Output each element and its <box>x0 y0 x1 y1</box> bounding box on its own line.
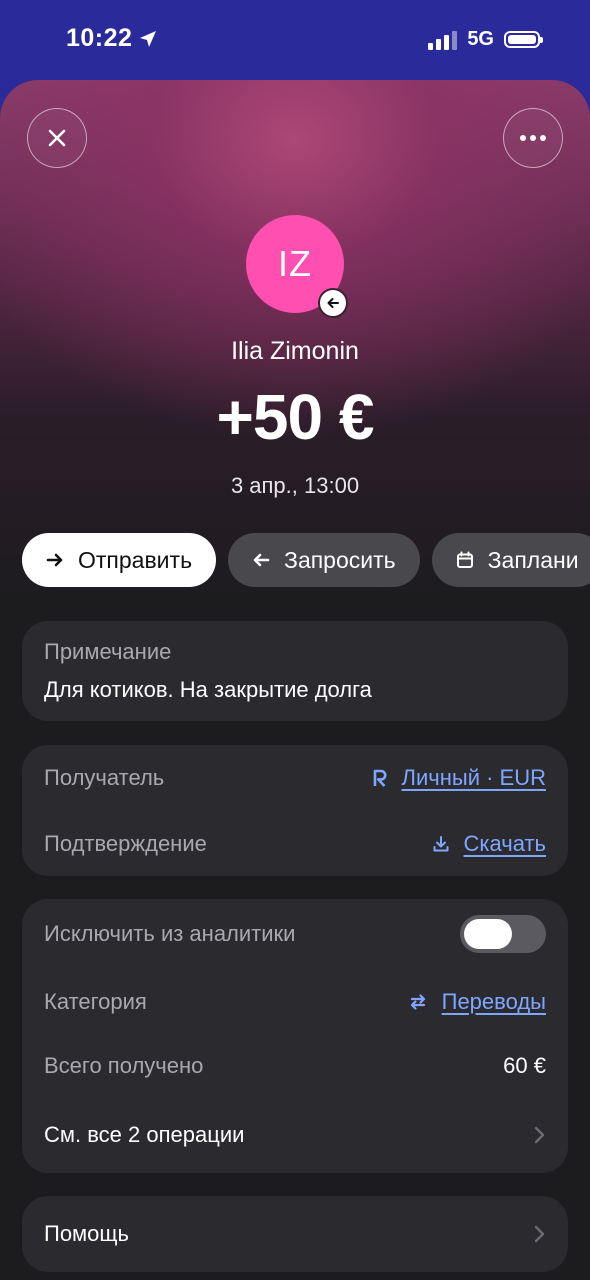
total-label: Всего получено <box>44 1053 204 1078</box>
download-icon <box>433 836 448 852</box>
location-arrow-icon <box>140 30 157 47</box>
download-link[interactable]: Скачать <box>432 831 547 857</box>
recipient-label: Получатель <box>44 765 165 790</box>
signal-icon <box>428 30 458 50</box>
confirmation-row: Подтверждение Скачать <box>44 827 546 861</box>
recipient-row: Получатель Личный · EUR <box>44 761 546 795</box>
status-indicators: 5G <box>428 28 543 51</box>
transaction-sheet: IZ Ilia Zimonin +50 € 3 апр., 13:00 Отпр… <box>0 80 590 1280</box>
battery-icon <box>504 31 543 48</box>
schedule-label: Заплани <box>487 546 579 573</box>
note-label: Примечание <box>44 639 172 664</box>
revolut-logo-icon <box>373 769 387 787</box>
status-time: 10:22 <box>66 24 158 53</box>
more-button[interactable] <box>503 108 563 168</box>
category-label: Категория <box>44 989 147 1014</box>
transaction-date: 3 апр., 13:00 <box>230 473 360 498</box>
incoming-badge <box>318 288 348 318</box>
request-button[interactable]: Запросить <box>228 533 420 587</box>
total-value: 60 € <box>503 1053 546 1078</box>
action-chips: Отправить Запросить Заплани <box>22 533 590 587</box>
clock: 10:22 <box>66 24 133 52</box>
arrow-left-icon <box>253 553 270 567</box>
arrow-right-icon <box>46 553 63 567</box>
exclude-toggle[interactable] <box>460 915 546 953</box>
recipient-value[interactable]: Личный · EUR <box>402 765 546 791</box>
note-text: Для котиков. На закрытие долга <box>44 677 372 702</box>
category-value[interactable]: Переводы <box>442 989 546 1015</box>
note-card[interactable]: Примечание Для котиков. На закрытие долг… <box>22 621 568 721</box>
total-row: Всего получено 60 € <box>44 1049 546 1083</box>
toggle-knob <box>464 919 512 949</box>
help-row[interactable]: Помощь <box>44 1216 546 1252</box>
details-card: Получатель Личный · EUR Подтверждение Ск… <box>22 745 568 876</box>
exclude-row: Исключить из аналитики <box>44 915 546 953</box>
help-label: Помощь <box>44 1221 129 1246</box>
avatar-initials: IZ <box>278 243 312 284</box>
category-row: Категория Переводы <box>44 985 546 1019</box>
calendar-icon <box>456 551 473 568</box>
confirmation-label: Подтверждение <box>44 831 207 856</box>
all-operations-label: См. все 2 операции <box>44 1122 245 1147</box>
category-link[interactable]: Переводы <box>408 989 546 1015</box>
arrow-left-icon <box>327 298 339 308</box>
request-label: Запросить <box>284 546 396 573</box>
recipient-link[interactable]: Личный · EUR <box>372 765 546 791</box>
transfer-arrows-icon <box>410 994 425 1010</box>
more-icon <box>520 135 546 141</box>
status-bar: 10:22 5G <box>0 0 590 80</box>
exclude-label: Исключить из аналитики <box>44 921 296 946</box>
send-button[interactable]: Отправить <box>22 533 217 587</box>
close-button[interactable] <box>27 108 87 168</box>
send-label: Отправить <box>78 546 193 573</box>
counterparty-name: Ilia Zimonin <box>231 337 359 365</box>
all-operations-row[interactable]: См. все 2 операции <box>44 1117 546 1153</box>
transaction-amount: +50 € <box>216 381 375 453</box>
close-icon <box>48 129 66 147</box>
network-type: 5G <box>467 28 494 50</box>
chevron-right-icon <box>534 1225 545 1243</box>
chevron-right-icon <box>534 1126 545 1144</box>
analytics-card: Исключить из аналитики Категория Перевод… <box>22 899 568 1173</box>
help-card[interactable]: Помощь <box>22 1196 568 1272</box>
schedule-button[interactable]: Заплани <box>431 533 590 587</box>
confirmation-value[interactable]: Скачать <box>464 831 547 857</box>
